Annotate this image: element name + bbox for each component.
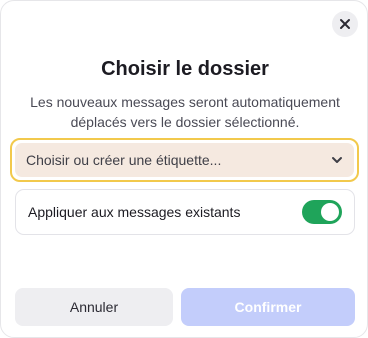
dialog-title: Choisir le dossier (101, 58, 269, 80)
close-icon (340, 19, 350, 29)
folder-dialog: Choisir le dossier Les nouveaux messages… (0, 0, 368, 338)
dialog-description: Les nouveaux messages seront automatique… (30, 94, 340, 130)
toggle-knob (321, 203, 339, 221)
chevron-down-icon (332, 157, 342, 163)
folder-select-field[interactable]: Choisir ou créer une étiquette... (15, 143, 354, 177)
folder-select[interactable]: Choisir ou créer une étiquette... (10, 138, 359, 182)
close-button[interactable] (332, 11, 358, 37)
apply-existing-label: Appliquer aux messages existants (28, 204, 241, 220)
cancel-button[interactable]: Annuler (15, 288, 173, 326)
folder-select-placeholder: Choisir ou créer une étiquette... (26, 152, 222, 168)
confirm-button[interactable]: Confirmer (181, 288, 355, 326)
apply-existing-toggle[interactable] (302, 200, 342, 224)
apply-existing-row: Appliquer aux messages existants (15, 189, 355, 235)
